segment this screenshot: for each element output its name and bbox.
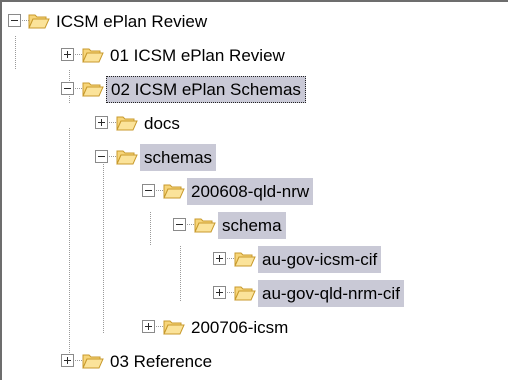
open-folder-icon [163,320,185,335]
tree-node-label[interactable]: ICSM ePlan Review [52,8,211,35]
collapse-icon[interactable] [8,14,21,27]
open-folder-icon [28,14,50,29]
tree-node-schema[interactable]: schema [2,208,508,242]
tree-node-01-icsm-eplan-review[interactable]: 01 ICSM ePlan Review [2,38,508,72]
tree-node-label[interactable]: schema [218,212,286,239]
collapse-icon[interactable] [61,82,74,95]
tree-node-label[interactable]: 200706-icsm [187,314,292,341]
expand-icon[interactable] [61,354,74,367]
project-tree: ICSM ePlan Review 01 ICSM ePlan Review 0… [0,0,508,380]
tree-node-icsm-eplan-review-root[interactable]: ICSM ePlan Review [2,4,508,38]
collapse-icon[interactable] [173,218,186,231]
open-folder-icon [234,252,256,267]
tree-node-label[interactable]: au-gov-qld-nrm-cif [258,280,404,307]
open-folder-icon [116,116,138,131]
expand-icon[interactable] [213,252,226,265]
tree-node-200608-qld-nrw[interactable]: 200608-qld-nrw [2,174,508,208]
open-folder-icon [82,354,104,369]
tree-node-docs[interactable]: docs [2,106,508,140]
tree-node-schemas[interactable]: schemas [2,140,508,174]
tree-node-label[interactable]: docs [140,110,184,137]
tree-node-au-gov-qld-nrm-cif[interactable]: au-gov-qld-nrm-cif [2,276,508,310]
tree-node-label[interactable]: 03 Reference [106,348,216,375]
tree-node-label[interactable]: 01 ICSM ePlan Review [106,42,289,69]
open-folder-icon [194,218,216,233]
expand-icon[interactable] [213,286,226,299]
tree-node-02-icsm-eplan-schemas[interactable]: 02 ICSM ePlan Schemas [2,72,508,106]
open-folder-icon [82,82,104,97]
open-folder-icon [234,286,256,301]
tree-node-03-reference[interactable]: 03 Reference [2,344,508,378]
collapse-icon[interactable] [142,184,155,197]
expand-icon[interactable] [142,320,155,333]
tree-node-label[interactable]: au-gov-icsm-cif [258,246,382,273]
open-folder-icon [82,48,104,63]
open-folder-icon [163,184,185,199]
collapse-icon[interactable] [95,150,108,163]
open-folder-icon [116,150,138,165]
tree-node-200706-icsm[interactable]: 200706-icsm [2,310,508,344]
tree-node-label[interactable]: 02 ICSM ePlan Schemas [106,76,306,103]
tree-node-label[interactable]: schemas [140,144,217,171]
tree-node-au-gov-icsm-cif[interactable]: au-gov-icsm-cif [2,242,508,276]
tree-node-label[interactable]: 200608-qld-nrw [187,178,314,205]
expand-icon[interactable] [61,48,74,61]
expand-icon[interactable] [95,116,108,129]
